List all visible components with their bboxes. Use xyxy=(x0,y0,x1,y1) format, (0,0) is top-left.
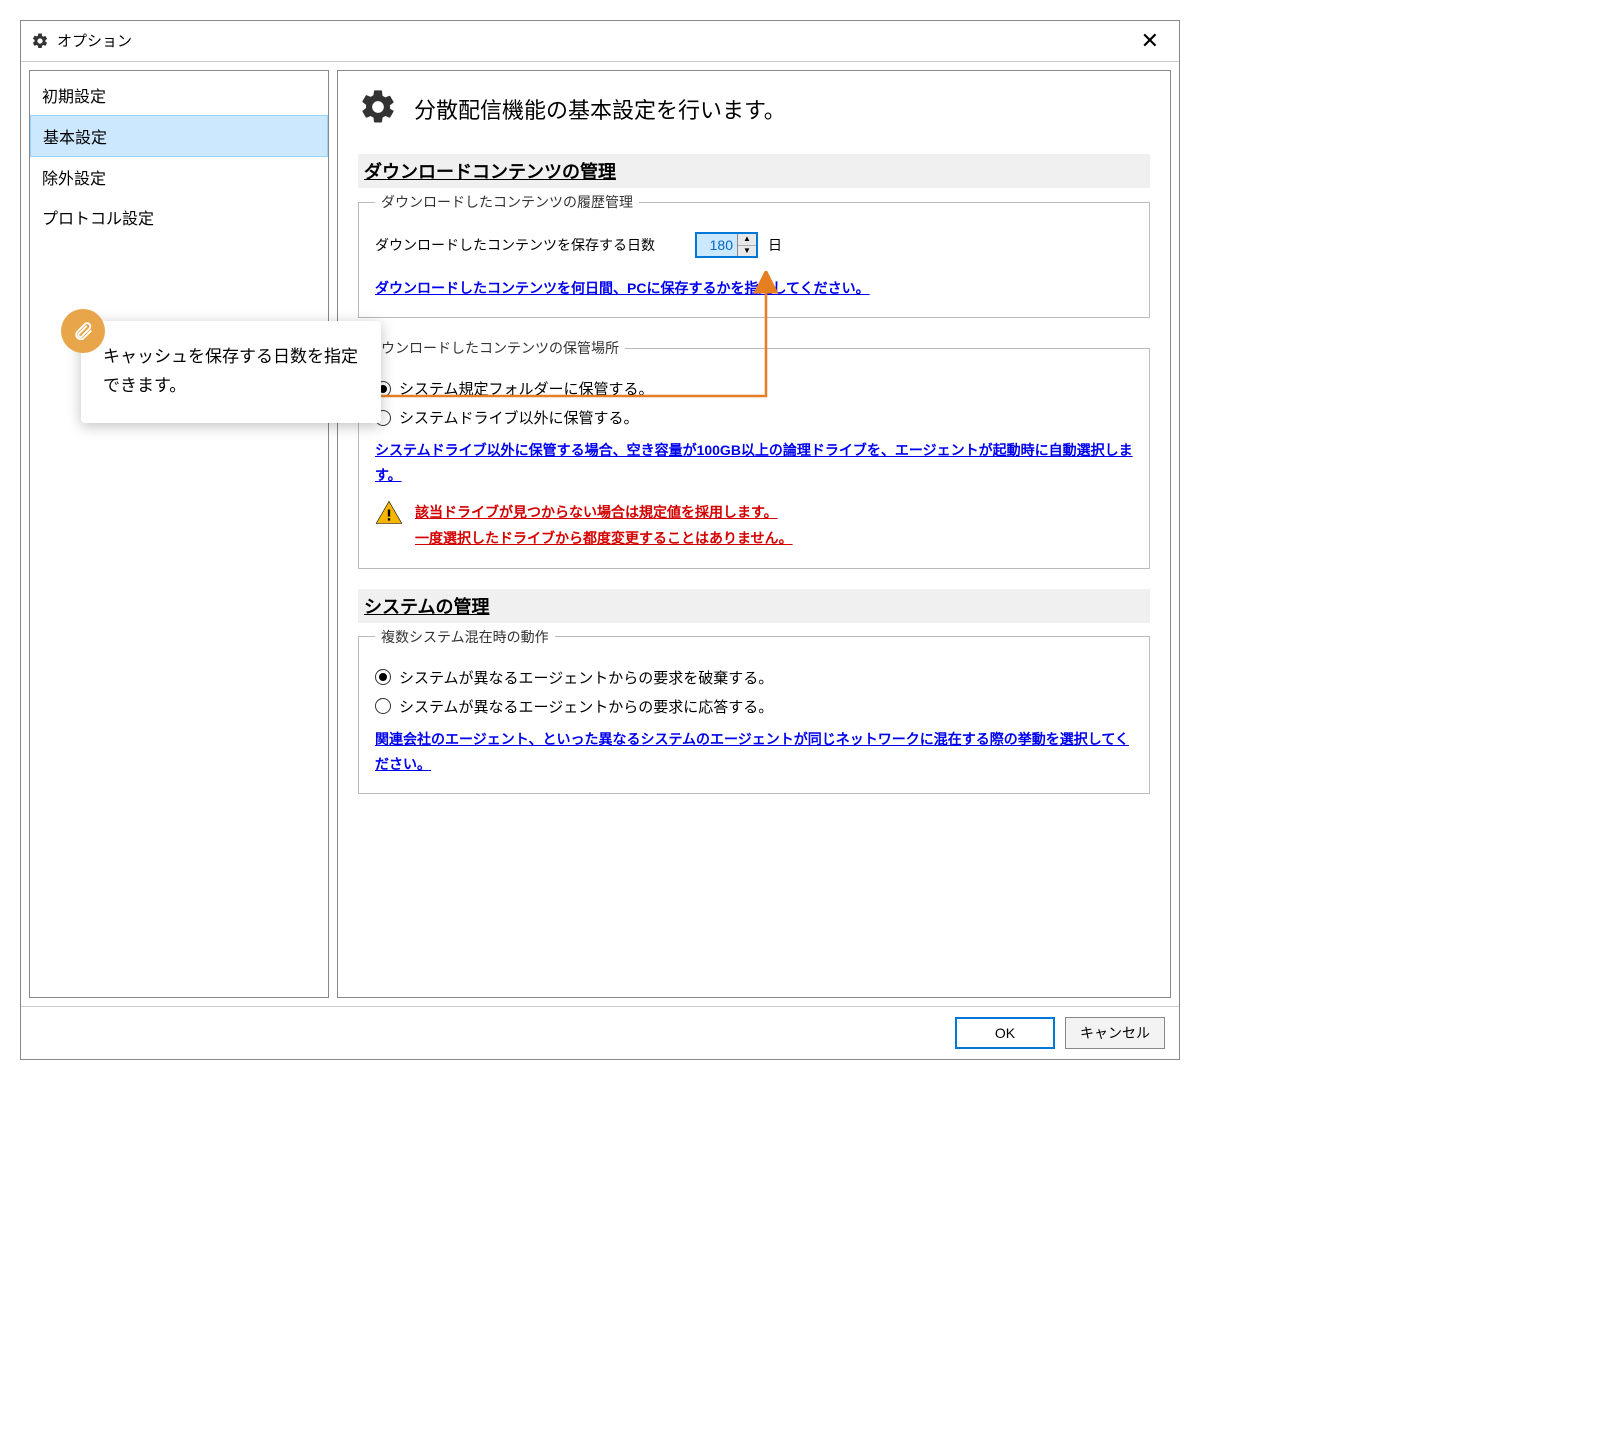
days-unit: 日 xyxy=(768,235,782,255)
days-label: ダウンロードしたコンテンツを保存する日数 xyxy=(375,235,655,255)
storage-warning: 該当ドライブが見つからない場合は規定値を採用します。 一度選択したドライブから都… xyxy=(415,499,793,552)
history-group: ダウンロードしたコンテンツの履歴管理 ダウンロードしたコンテンツを保存する日数 … xyxy=(358,192,1150,318)
callout-text: キャッシュを保存する日数を指定できます。 xyxy=(103,343,359,401)
spinner-down-icon[interactable]: ▼ xyxy=(738,246,756,257)
attachment-icon xyxy=(61,309,105,353)
history-legend: ダウンロードしたコンテンツの履歴管理 xyxy=(375,192,639,212)
radio-system-folder-label: システム規定フォルダーに保管する。 xyxy=(399,378,654,399)
storage-help-link[interactable]: システムドライブ以外に保管する場合、空き容量が100GB以上の論理ドライブを、エ… xyxy=(375,442,1133,483)
multisystem-legend: 複数システム混在時の動作 xyxy=(375,627,555,647)
sidebar-item-initial[interactable]: 初期設定 xyxy=(30,75,328,115)
gear-icon xyxy=(31,32,49,50)
dialog-footer: OK キャンセル xyxy=(21,1006,1179,1059)
days-help-link[interactable]: ダウンロードしたコンテンツを何日間、PCに保存するかを指定してください。 xyxy=(375,280,870,296)
radio-other-drive-label: システムドライブ以外に保管する。 xyxy=(399,407,639,428)
sidebar: 初期設定 基本設定 除外設定 プロトコル設定 xyxy=(29,70,329,998)
window-title: オプション xyxy=(57,30,132,51)
gear-icon xyxy=(358,87,398,130)
storage-group: ウンロードしたコンテンツの保管場所 システム規定フォルダーに保管する。 システム… xyxy=(358,338,1150,569)
radio-discard-label: システムが異なるエージェントからの要求を破棄する。 xyxy=(399,667,773,688)
close-icon[interactable]: ✕ xyxy=(1131,28,1169,54)
radio-respond-label: システムが異なるエージェントからの要求に応答する。 xyxy=(399,696,773,717)
cancel-button[interactable]: キャンセル xyxy=(1065,1017,1165,1049)
spinner-up-icon[interactable]: ▲ xyxy=(738,234,756,246)
radio-respond[interactable] xyxy=(375,698,391,714)
radio-discard[interactable] xyxy=(375,669,391,685)
tooltip-callout: キャッシュを保存する日数を指定できます。 xyxy=(81,321,381,423)
sidebar-item-protocol[interactable]: プロトコル設定 xyxy=(30,197,328,237)
warning-icon xyxy=(375,499,403,530)
storage-legend: ウンロードしたコンテンツの保管場所 xyxy=(375,338,625,358)
titlebar: オプション ✕ xyxy=(21,21,1179,61)
ok-button[interactable]: OK xyxy=(955,1017,1055,1049)
main-panel: 分散配信機能の基本設定を行います。 ダウンロードコンテンツの管理 ダウンロードし… xyxy=(337,70,1171,998)
section-download-heading: ダウンロードコンテンツの管理 xyxy=(358,154,1150,188)
sidebar-item-exclude[interactable]: 除外設定 xyxy=(30,157,328,197)
days-spinner[interactable]: ▲ ▼ xyxy=(695,232,758,258)
days-input[interactable] xyxy=(697,234,737,256)
page-title: 分散配信機能の基本設定を行います。 xyxy=(414,93,786,125)
multisystem-group: 複数システム混在時の動作 システムが異なるエージェントからの要求を破棄する。 シ… xyxy=(358,627,1150,794)
multisystem-help-link[interactable]: 関連会社のエージェント、といった異なるシステムのエージェントが同じネットワークに… xyxy=(375,731,1129,772)
sidebar-item-basic[interactable]: 基本設定 xyxy=(30,115,328,157)
section-system-heading: システムの管理 xyxy=(358,589,1150,623)
options-dialog: オプション ✕ 初期設定 基本設定 除外設定 プロトコル設定 分散配信機能の基本… xyxy=(20,20,1180,1060)
